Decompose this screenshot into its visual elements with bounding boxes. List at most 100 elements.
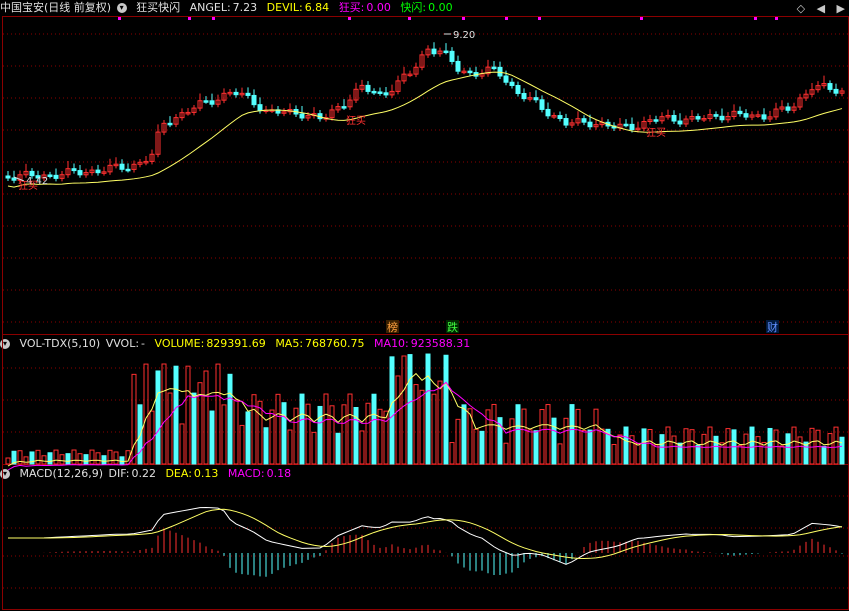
volume-bar — [83, 454, 89, 465]
signal-dot — [408, 17, 411, 20]
volume-bar — [587, 429, 593, 465]
candle-body — [299, 113, 305, 119]
volume-bar — [671, 435, 677, 465]
volume-bar — [77, 453, 83, 465]
volume-bar — [257, 400, 263, 465]
volume-bar — [383, 410, 389, 465]
volume-bar — [437, 380, 443, 465]
volume-bar — [5, 457, 11, 465]
candle-body — [713, 114, 719, 117]
signal-dot — [212, 17, 215, 20]
volume-bar — [491, 403, 497, 465]
candle-body — [497, 66, 503, 77]
volume-bar — [41, 455, 47, 465]
volume-bar — [797, 436, 803, 465]
volume-bar — [653, 444, 659, 465]
volume-bar — [569, 404, 575, 465]
candle-body — [467, 70, 473, 74]
candle-body — [719, 115, 725, 121]
event-tag-bang-text: 榜 — [387, 320, 398, 334]
volume-bar — [725, 428, 731, 465]
signal-dot — [505, 17, 508, 20]
volume-bar — [737, 445, 743, 465]
volume-bar — [101, 455, 107, 465]
volume-bar — [743, 433, 749, 465]
candle-body — [761, 114, 767, 120]
volume-bar — [617, 434, 623, 465]
volume-bar — [335, 432, 341, 465]
volume-bar — [611, 443, 617, 465]
candle-body — [431, 48, 437, 55]
volume-bar — [473, 428, 479, 465]
candle-body — [443, 50, 449, 54]
candle-body — [785, 106, 791, 111]
signal-dot — [188, 17, 191, 20]
candle-body — [677, 120, 683, 125]
candle-body — [47, 174, 53, 177]
volume-bar — [647, 429, 653, 465]
volume-bar — [53, 449, 59, 465]
candle-body — [95, 169, 101, 174]
volume-bar — [107, 449, 113, 465]
volume-bar — [281, 402, 287, 465]
volume-bar — [305, 403, 311, 465]
volume-bar — [299, 393, 305, 465]
volume-bar — [419, 389, 425, 465]
main-panel-frame — [2, 16, 849, 335]
volume-bar — [839, 436, 845, 465]
volume-bar — [143, 363, 149, 465]
candle-body — [203, 100, 209, 103]
signal-dot — [118, 17, 121, 20]
event-tag-die-text: 跌 — [447, 320, 458, 334]
volume-bar — [113, 451, 119, 465]
candle-body — [653, 119, 659, 122]
volume-bar — [185, 365, 191, 465]
volume-bar — [821, 445, 827, 465]
candle-body — [251, 94, 257, 106]
candle-body — [695, 116, 701, 120]
candle-body — [827, 83, 833, 90]
volume-bar — [533, 430, 539, 465]
volume-bar — [155, 370, 161, 465]
chart-canvas[interactable]: 9.20 4.42 狂买 狂买 狂买 榜 跌 财 — [0, 0, 849, 611]
candle-body — [515, 84, 521, 95]
indicator-lines — [7, 71, 843, 565]
candle-body — [377, 91, 383, 94]
volume-bar — [341, 404, 347, 465]
candle-body — [737, 110, 743, 115]
volume-bar — [623, 426, 629, 465]
volume-bar — [719, 442, 725, 465]
volume-bar — [287, 429, 293, 465]
candle-body — [509, 81, 515, 86]
volume-bar — [209, 410, 215, 465]
candle-body — [77, 170, 83, 176]
volume-bars — [5, 353, 845, 465]
macd-panel-frame — [2, 464, 849, 610]
candle-body — [455, 60, 461, 72]
volume-bar — [659, 434, 665, 465]
macd-histogram — [43, 528, 843, 577]
volume-bar — [449, 442, 455, 465]
volume-bar — [317, 405, 323, 465]
volume-bar — [707, 426, 713, 465]
volume-bar — [359, 430, 365, 465]
dif-line — [8, 507, 843, 565]
volume-bar — [227, 373, 233, 465]
volume-bar — [395, 375, 401, 465]
candle-body — [53, 174, 59, 179]
candle-body — [491, 66, 497, 70]
volume-bar — [545, 404, 551, 465]
volume-bar — [251, 394, 257, 465]
candle-body — [623, 123, 629, 127]
candle-body — [257, 104, 263, 112]
volume-bar — [263, 427, 269, 465]
volume-bar — [503, 442, 509, 465]
volume-bar — [677, 442, 683, 465]
candle-body — [533, 97, 539, 101]
candle-body — [587, 121, 593, 128]
volume-bar — [431, 393, 437, 465]
volume-bar — [365, 402, 371, 465]
volume-bar — [563, 417, 569, 465]
volume-bar — [509, 418, 515, 465]
volume-bar — [527, 429, 533, 465]
